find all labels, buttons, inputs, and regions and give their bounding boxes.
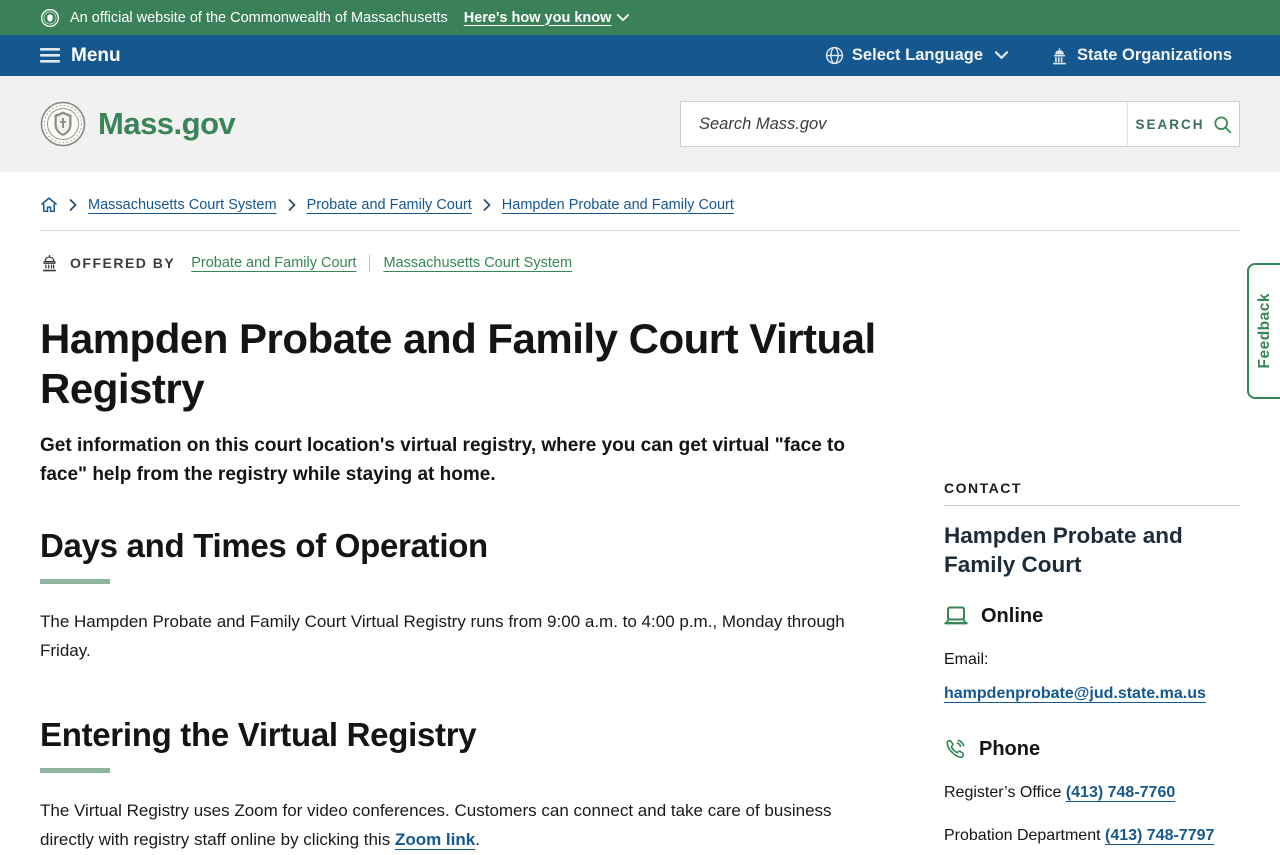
laptop-icon — [944, 606, 968, 625]
phone-row-label: Register’s Office — [944, 783, 1066, 801]
email-row: Email: hampdenprobate@jud.state.ma.us — [944, 648, 1240, 705]
contact-label: CONTACT — [944, 480, 1240, 506]
offered-by-row: OFFERED BY Probate and Family Court Mass… — [40, 254, 1240, 272]
email-link[interactable]: hampdenprobate@jud.state.ma.us — [944, 685, 1206, 702]
select-language-label: Select Language — [851, 46, 984, 64]
offered-by-separator — [369, 254, 371, 272]
site-header: Mass.gov SEARCH — [0, 76, 1280, 172]
massgov-logo[interactable]: Mass.gov — [40, 101, 236, 147]
section-body-days-times: The Hampden Probate and Family Court Vir… — [40, 611, 845, 660]
breadcrumb: Massachusetts Court System Probate and F… — [40, 196, 1240, 213]
email-label: Email: — [944, 650, 989, 668]
page-title: Hampden Probate and Family Court Virtual… — [40, 315, 876, 413]
contact-method-phone: Phone — [944, 738, 1240, 761]
search-input[interactable] — [681, 102, 1127, 146]
phone-icon — [946, 739, 965, 759]
massgov-seal-icon — [40, 101, 86, 147]
phone-link-registers-office[interactable]: (413) 748-7760 — [1066, 784, 1175, 801]
home-icon — [41, 197, 57, 212]
banner-text: An official website of the Commonwealth … — [70, 9, 448, 26]
breadcrumb-link-court-system[interactable]: Massachusetts Court System — [88, 197, 277, 213]
body-text-after-link: . — [475, 830, 480, 850]
chevron-right-icon — [483, 198, 491, 211]
menu-button[interactable]: Menu — [40, 45, 121, 67]
contact-org-name: Hampden Probate and Family Court — [944, 523, 1183, 578]
capitol-building-icon — [1053, 47, 1066, 64]
search-bar: SEARCH — [680, 101, 1240, 147]
chevron-right-icon — [69, 198, 77, 211]
phone-row-label: Probation Department — [944, 827, 1105, 845]
page-subtitle: Get information on this court location's… — [40, 434, 845, 486]
main-navbar: Menu Select Language State Organizations — [0, 35, 1280, 76]
contact-sidebar: CONTACT Hampden Probate and Family Court… — [944, 272, 1240, 847]
search-icon — [1213, 115, 1231, 133]
massgov-logo-text: Mass.gov — [98, 106, 236, 141]
phone-row-registers-office: Register’s Office (413) 748-7760 — [944, 781, 1240, 804]
breadcrumb-link-hampden[interactable]: Hampden Probate and Family Court — [502, 197, 734, 213]
official-banner: An official website of the Commonwealth … — [0, 0, 1280, 35]
breadcrumb-home-link[interactable] — [40, 196, 58, 213]
select-language-button[interactable]: Select Language — [825, 46, 1009, 65]
section-heading-entering: Entering the Virtual Registry — [40, 716, 477, 754]
phone-row-probation: Probation Department (413) 748-7797 — [944, 824, 1240, 847]
offered-by-label: OFFERED BY — [70, 255, 176, 271]
hamburger-icon — [40, 48, 60, 63]
main-column: Hampden Probate and Family Court Virtual… — [40, 272, 908, 855]
breadcrumb-link-probate-family[interactable]: Probate and Family Court — [307, 197, 472, 213]
offered-by-link-probate-family[interactable]: Probate and Family Court — [191, 255, 356, 271]
section-days-times: Days and Times of Operation The Hampden … — [40, 527, 908, 665]
zoom-link[interactable]: Zoom link — [395, 830, 475, 849]
feedback-button[interactable]: Feedback — [1247, 263, 1280, 399]
chevron-right-icon — [288, 198, 296, 211]
state-organizations-link[interactable]: State Organizations — [1050, 46, 1232, 65]
chevron-down-icon — [617, 13, 630, 21]
menu-label: Menu — [71, 44, 121, 66]
chevron-down-icon — [995, 51, 1009, 59]
state-organizations-label: State Organizations — [1077, 46, 1232, 64]
section-entering-registry: Entering the Virtual Registry The Virtua… — [40, 716, 908, 854]
section-heading-days-times: Days and Times of Operation — [40, 526, 488, 564]
contact-method-online: Online — [944, 605, 1240, 628]
offered-by-link-court-system[interactable]: Massachusetts Court System — [383, 255, 572, 271]
search-button[interactable]: SEARCH — [1127, 102, 1239, 146]
phone-link-probation[interactable]: (413) 748-7797 — [1105, 827, 1214, 844]
content-area: Hampden Probate and Family Court Virtual… — [0, 272, 1280, 855]
capitol-building-icon — [43, 255, 56, 272]
heres-how-you-know-link[interactable]: Here's how you know — [464, 10, 630, 26]
phone-heading: Phone — [979, 737, 1041, 760]
state-seal-icon — [40, 8, 60, 28]
feedback-label: Feedback — [1255, 293, 1273, 369]
heading-accent-bar — [40, 578, 110, 584]
breadcrumb-divider — [40, 230, 1240, 231]
online-heading: Online — [981, 604, 1044, 627]
heading-accent-bar — [40, 768, 110, 774]
section-body-entering: The Virtual Registry uses Zoom for video… — [40, 796, 862, 854]
globe-icon — [825, 46, 844, 65]
